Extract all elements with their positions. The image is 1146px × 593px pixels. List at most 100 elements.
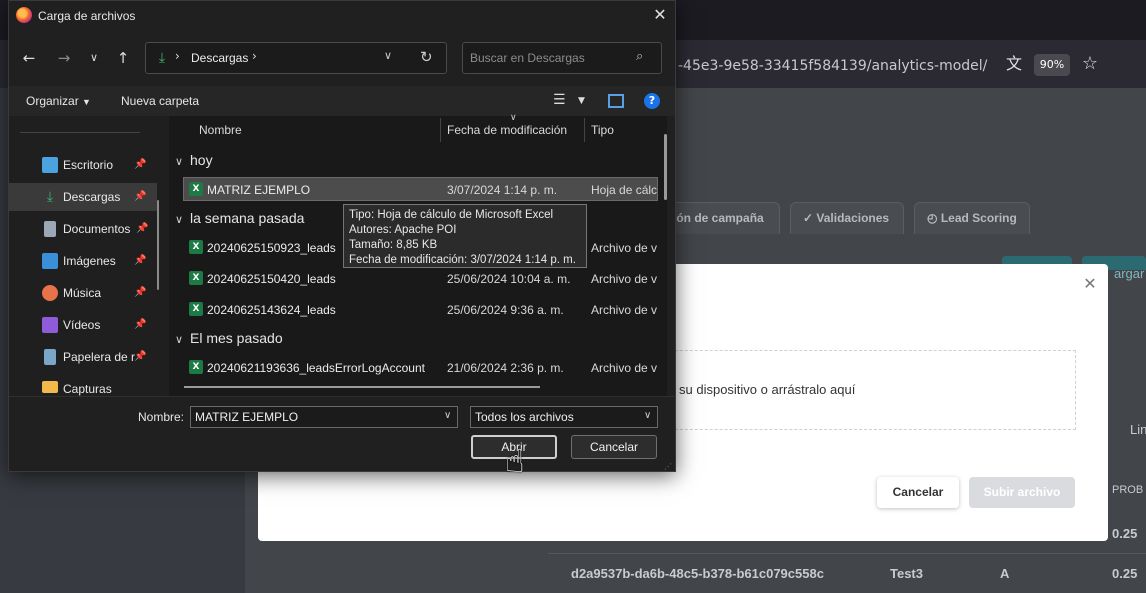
sidebar-item-label: Escritorio xyxy=(63,158,114,172)
sort-chevron-icon: ∨ xyxy=(510,113,517,123)
tab-lead-scoring[interactable]: ◴ Lead Scoring xyxy=(914,202,1030,234)
file-date: 25/06/2024 9:36 a. m. xyxy=(447,303,564,317)
excel-file-icon: X xyxy=(189,182,203,196)
column-separator[interactable] xyxy=(584,118,585,142)
pin-icon[interactable]: 📌 xyxy=(134,159,146,170)
column-separator[interactable] xyxy=(440,118,441,142)
sidebar-item-label: Música xyxy=(63,286,102,300)
pin-icon[interactable]: 📌 xyxy=(134,255,146,266)
file-name-input[interactable]: MATRIZ EJEMPLO xyxy=(190,406,458,428)
row-id: d2a9537b-da6b-48c5-b378-b61c079c558c xyxy=(571,566,824,581)
url-bar-text[interactable]: -45e3-9e58-33415f584139/analytics-model/ xyxy=(678,58,987,74)
breadcrumb-folder[interactable]: Descargas xyxy=(191,51,248,65)
file-date: 25/06/2024 10:04 a. m. xyxy=(447,272,571,286)
tooltip-size: Tamaño: 8,85 KB xyxy=(349,239,438,251)
chevron-down-icon[interactable]: ∨ xyxy=(175,213,183,226)
recycle-bin-icon xyxy=(44,349,56,365)
dialog-cancel-button[interactable]: Cancelar xyxy=(571,435,657,459)
file-type: Hoja de cálculo xyxy=(591,183,657,197)
organize-label: Organizar xyxy=(26,94,79,108)
column-header-partial: Lin xyxy=(1130,422,1146,437)
check-icon: ✓ xyxy=(803,211,817,225)
file-name-label: Nombre: xyxy=(138,410,185,424)
gauge-icon: ◴ xyxy=(927,211,941,225)
search-icon[interactable]: ⌕ xyxy=(636,49,643,64)
row-value: 0.25 xyxy=(1112,566,1138,581)
chevron-down-icon[interactable]: ∨ xyxy=(384,49,392,62)
star-icon[interactable]: ☆ xyxy=(1080,54,1100,74)
sidebar-item-label: Papelera de r xyxy=(63,350,136,364)
forward-arrow-icon[interactable]: → xyxy=(54,48,74,68)
row-grade: A xyxy=(1000,566,1010,581)
nav-divider xyxy=(20,132,140,133)
tooltip-modified: Fecha de modificación: 3/07/2024 1:14 p.… xyxy=(349,254,576,266)
group-header-today[interactable]: hoy xyxy=(190,152,213,168)
group-header-last-month[interactable]: El mes pasado xyxy=(190,330,283,346)
modal-cancel-button[interactable]: Cancelar xyxy=(877,477,959,508)
chevron-down-icon[interactable]: ∨ xyxy=(175,155,183,168)
tab-validations-label: Validaciones xyxy=(816,211,890,225)
firefox-icon xyxy=(16,7,32,23)
refresh-icon[interactable]: ↻ xyxy=(420,48,433,66)
help-icon[interactable]: ? xyxy=(644,93,660,109)
close-icon[interactable]: ✕ xyxy=(651,6,669,24)
excel-file-icon: X xyxy=(189,271,203,285)
chevron-down-icon[interactable]: ∨ xyxy=(444,410,451,421)
excel-file-icon: X xyxy=(189,302,203,316)
sidebar-item-label: Imágenes xyxy=(63,254,116,268)
back-arrow-icon[interactable]: ← xyxy=(19,48,39,68)
new-folder-button[interactable]: Nueva carpeta xyxy=(121,94,199,108)
file-name: MATRIZ EJEMPLO xyxy=(207,183,311,197)
organize-button[interactable]: Organizar ▼ xyxy=(26,94,91,108)
pin-icon[interactable]: 📌 xyxy=(134,351,146,362)
row-value: 0.25 xyxy=(1112,526,1138,541)
pin-icon[interactable]: 📌 xyxy=(136,223,148,234)
document-icon xyxy=(44,221,56,237)
file-list-vertical-scrollbar[interactable] xyxy=(664,134,667,200)
file-tooltip: Tipo: Hoja de cálculo de Microsoft Excel… xyxy=(343,204,587,268)
video-icon xyxy=(42,317,58,333)
tab-lead-scoring-label: Lead Scoring xyxy=(940,211,1017,225)
pin-icon[interactable]: 📌 xyxy=(134,191,146,202)
column-header-type[interactable]: Tipo xyxy=(591,123,614,137)
caret-down-icon: ▼ xyxy=(82,97,91,107)
group-header-last-week[interactable]: la semana pasada xyxy=(190,210,304,226)
file-name: 20240621193636_leadsErrorLogAccount xyxy=(207,361,425,375)
chevron-down-icon[interactable]: ∨ xyxy=(644,410,651,421)
caret-down-icon[interactable]: ▼ xyxy=(578,96,585,106)
close-icon[interactable]: ✕ xyxy=(1082,276,1098,292)
tooltip-type: Tipo: Hoja de cálculo de Microsoft Excel xyxy=(349,209,554,221)
pictures-icon xyxy=(42,253,58,269)
download-icon: ⤓ xyxy=(46,189,54,205)
translate-icon[interactable]: 文 xyxy=(1004,54,1024,74)
page-upload-button-label: argar M xyxy=(1114,266,1146,281)
file-list-horizontal-scrollbar[interactable] xyxy=(184,386,540,388)
chevron-down-icon[interactable]: ∨ xyxy=(175,333,183,346)
pin-icon[interactable]: 📌 xyxy=(134,287,146,298)
chevron-down-icon[interactable]: ∨ xyxy=(84,48,104,68)
column-header-prob: PROB xyxy=(1112,484,1144,496)
file-date: 21/06/2024 2:36 p. m. xyxy=(447,361,564,375)
chevron-right-icon: › xyxy=(175,49,180,63)
preview-pane-icon[interactable] xyxy=(608,94,624,108)
file-name: 20240625150420_leads xyxy=(207,272,336,286)
upload-file-button[interactable]: Subir archivo xyxy=(969,477,1075,508)
column-header-name[interactable]: Nombre xyxy=(199,123,242,137)
list-view-icon[interactable]: ☰ xyxy=(553,92,566,108)
tab-validations[interactable]: ✓ Validaciones xyxy=(790,202,904,234)
resize-grip-icon[interactable]: ⋰ xyxy=(664,462,672,471)
sidebar-item-label: Vídeos xyxy=(63,318,101,332)
pin-icon[interactable]: 📌 xyxy=(134,319,146,330)
up-arrow-icon[interactable]: ↑ xyxy=(113,48,133,68)
column-header-modified[interactable]: Fecha de modificación xyxy=(447,123,567,137)
download-icon: ⤓ xyxy=(158,50,166,66)
chevron-right-icon[interactable]: › xyxy=(252,49,257,63)
file-type-filter[interactable]: Todos los archivos xyxy=(470,406,658,428)
zoom-level-badge[interactable]: 90% xyxy=(1034,54,1070,76)
file-type: Archivo de v xyxy=(591,303,657,317)
music-icon xyxy=(42,285,58,301)
sidebar-item-label: Descargas xyxy=(63,190,121,204)
nav-scrollbar[interactable] xyxy=(157,200,159,290)
tab-campaign[interactable]: ión de campaña xyxy=(660,202,780,234)
desktop-icon xyxy=(42,157,58,173)
